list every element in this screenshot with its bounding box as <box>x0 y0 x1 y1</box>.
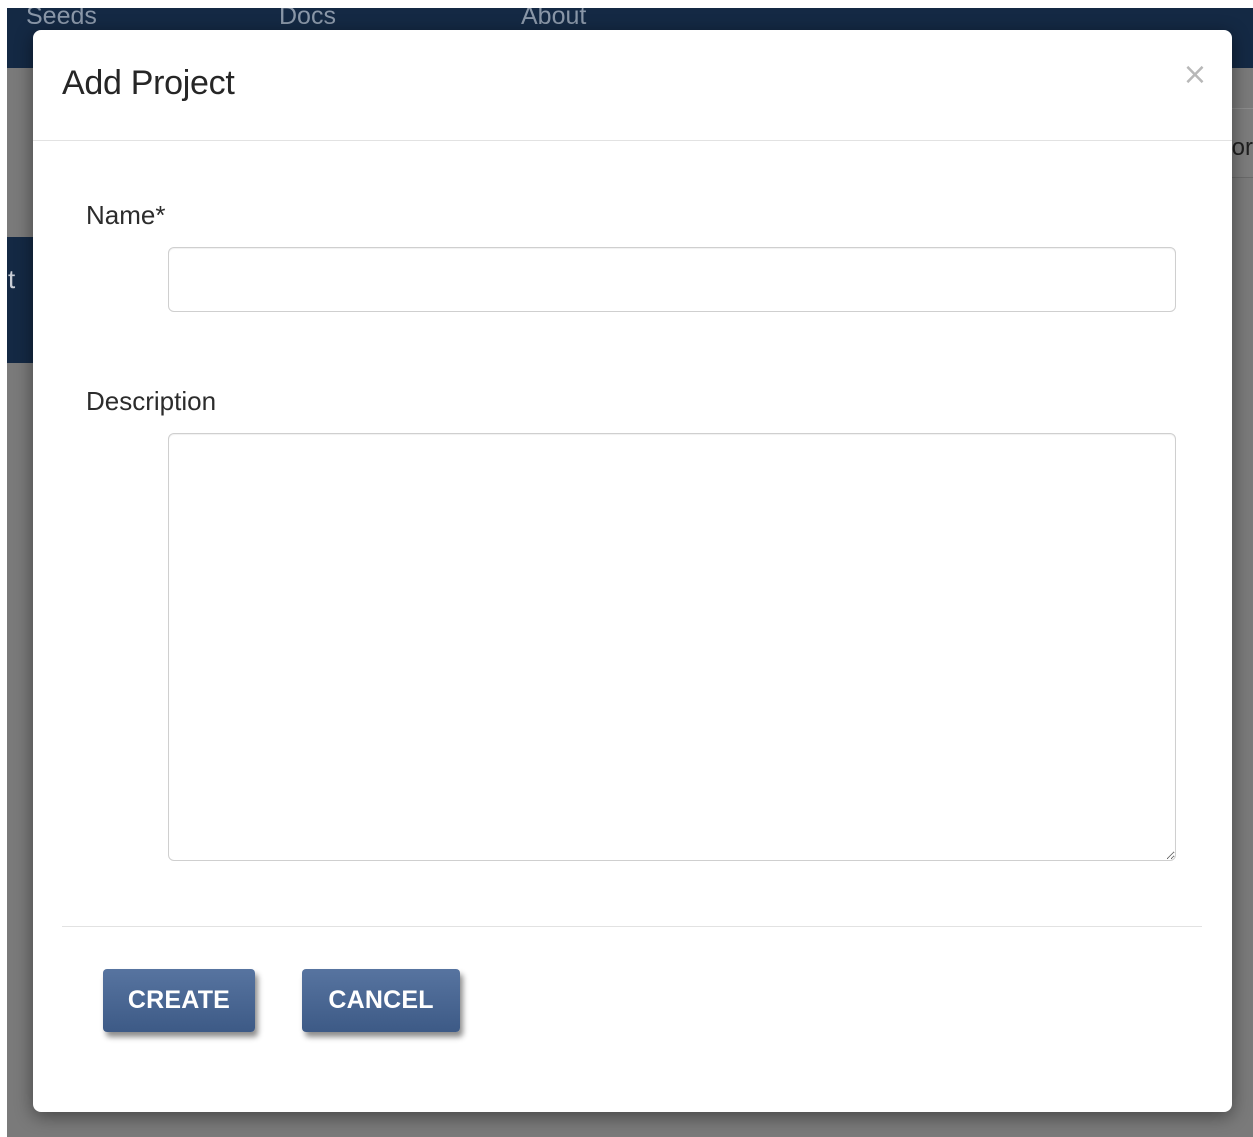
name-input[interactable] <box>168 247 1176 312</box>
nav-item-docs: Docs <box>279 8 336 30</box>
description-textarea[interactable] <box>168 433 1176 861</box>
nav-item-seeds: Seeds <box>26 8 97 30</box>
add-project-dialog: Add Project × Name* Description CREATE C… <box>33 30 1232 1112</box>
nav-item-about: About <box>521 8 587 30</box>
create-button[interactable]: CREATE <box>103 969 255 1032</box>
footer-divider <box>62 926 1202 927</box>
dialog-header: Add Project × <box>33 30 1232 141</box>
description-label: Description <box>86 386 217 416</box>
background-side-text: t <box>8 264 16 294</box>
close-icon[interactable]: × <box>1180 60 1210 90</box>
background-right-text: or <box>1231 134 1253 161</box>
cancel-button[interactable]: CANCEL <box>302 969 460 1032</box>
dialog-title: Add Project <box>62 64 235 102</box>
name-label: Name* <box>86 200 166 230</box>
